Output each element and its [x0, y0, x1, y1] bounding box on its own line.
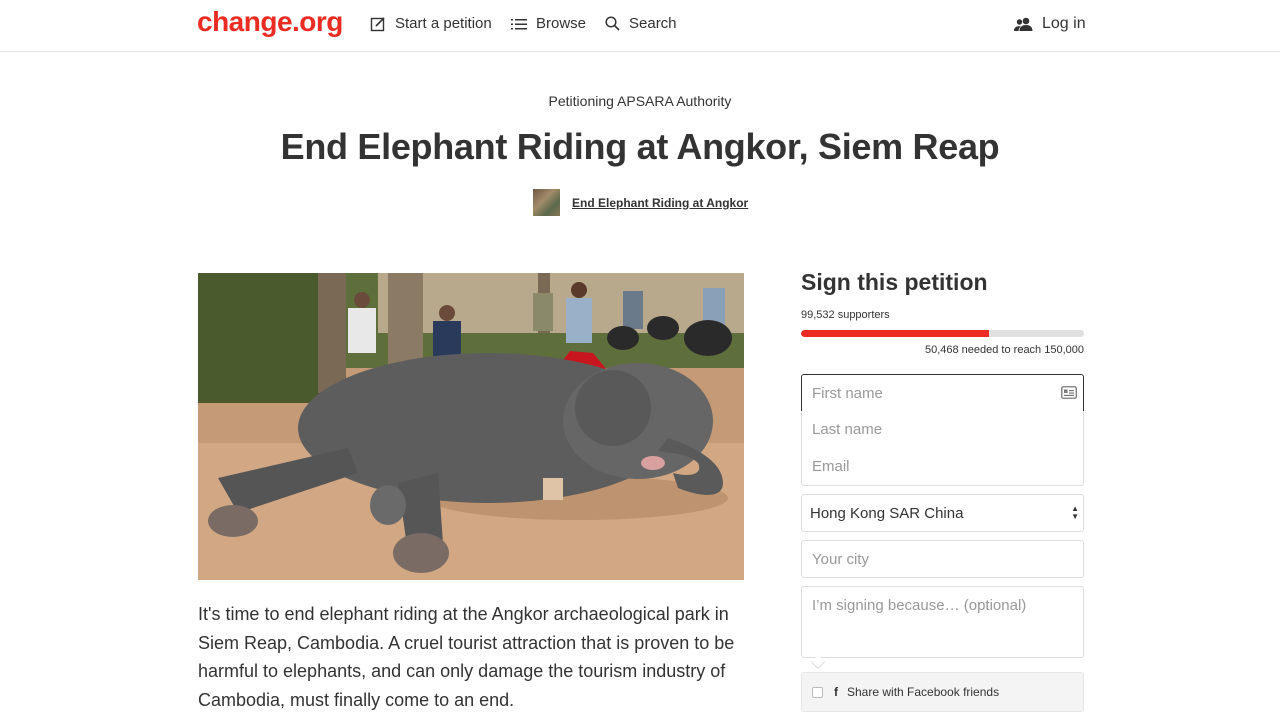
signature-progress-bar — [801, 330, 1084, 337]
search-link[interactable]: Search — [605, 15, 677, 32]
petition-starter[interactable]: End Elephant Riding at Angkor — [533, 189, 748, 216]
start-petition-label: Start a petition — [395, 15, 492, 32]
login-label: Log in — [1042, 15, 1086, 32]
search-label: Search — [629, 15, 677, 32]
petition-description: It's time to end elephant riding at the … — [198, 604, 735, 710]
browse-link[interactable]: Browse — [511, 15, 586, 32]
login-link[interactable]: Log in — [1014, 15, 1086, 33]
last-name-field[interactable] — [801, 411, 1084, 449]
change-org-logo[interactable]: change.org — [197, 6, 343, 38]
users-icon — [1014, 17, 1033, 31]
facebook-share-option[interactable]: f Share with Facebook friends — [801, 672, 1084, 712]
facebook-share-label: Share with Facebook friends — [847, 685, 1000, 699]
signing-reason-textarea[interactable] — [801, 586, 1084, 658]
facebook-icon: f — [834, 685, 838, 699]
browse-label: Browse — [536, 15, 587, 32]
select-arrows-icon: ▲ ▼ — [1071, 504, 1079, 521]
id-card-icon[interactable] — [1061, 386, 1077, 399]
top-navigation-bar: change.org Start a petition Browse Searc… — [0, 0, 1280, 52]
edit-icon — [370, 16, 385, 31]
list-icon — [511, 18, 527, 29]
petition-title: End Elephant Riding at Angkor, Siem Reap — [280, 126, 1000, 167]
start-petition-link[interactable]: Start a petition — [370, 15, 492, 32]
first-name-field[interactable] — [801, 374, 1084, 412]
signatures-needed: 50,468 needed to reach 150,000 — [924, 344, 1084, 356]
petition-photo — [198, 273, 744, 580]
sign-petition-heading: Sign this petition — [801, 269, 988, 295]
city-field[interactable] — [801, 540, 1084, 578]
facebook-share-checkbox[interactable] — [812, 686, 823, 698]
petitioning-target: Petitioning APSARA Authority — [548, 93, 732, 109]
starter-name-link[interactable]: End Elephant Riding at Angkor — [572, 196, 748, 210]
search-icon — [605, 16, 620, 31]
starter-avatar — [533, 189, 560, 216]
country-select[interactable]: Hong Kong SAR China ▲ ▼ — [801, 494, 1084, 532]
email-field[interactable] — [801, 448, 1084, 486]
country-selected-value: Hong Kong SAR China — [810, 505, 964, 522]
supporter-count: 99,532 supporters — [801, 309, 890, 321]
signature-progress-fill — [801, 330, 989, 337]
